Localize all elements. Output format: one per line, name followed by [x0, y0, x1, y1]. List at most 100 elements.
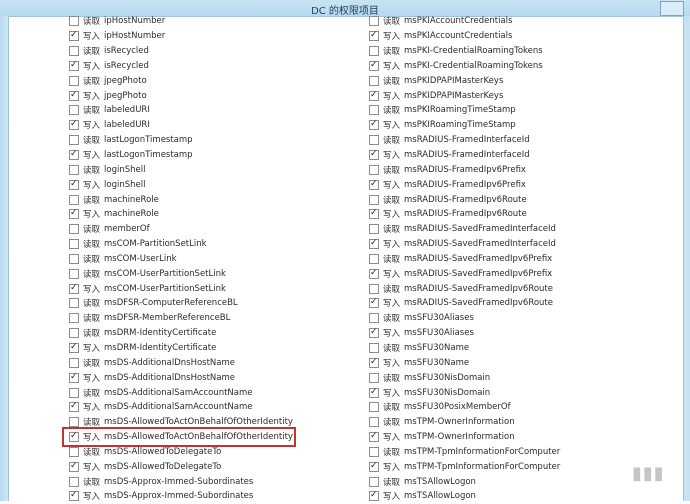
- permission-row[interactable]: 读取 machineRole: [69, 192, 369, 207]
- permission-checkbox[interactable]: [69, 417, 79, 428]
- permission-checkbox[interactable]: [369, 313, 379, 324]
- permission-row[interactable]: 读取 msRADIUS-FramedIpv6Prefix: [369, 162, 669, 177]
- permission-row[interactable]: 读取 msRADIUS-FramedInterfaceId: [369, 133, 669, 148]
- permission-checkbox[interactable]: [69, 387, 79, 398]
- permission-checkbox[interactable]: [69, 239, 79, 250]
- permission-checkbox[interactable]: [369, 460, 379, 472]
- permission-row[interactable]: 读取 msPKIRoamingTimeStamp: [369, 103, 669, 118]
- permission-row[interactable]: 读取 msSFU30NisDomain: [369, 370, 669, 385]
- permission-checkbox[interactable]: [369, 267, 379, 279]
- permission-checkbox[interactable]: [369, 178, 379, 190]
- permission-checkbox[interactable]: [69, 164, 79, 175]
- permission-checkbox[interactable]: [69, 476, 79, 487]
- permission-row[interactable]: 写入loginShell: [69, 177, 369, 192]
- permission-row[interactable]: 写入msSFU30Aliases: [369, 326, 669, 341]
- permission-row[interactable]: 写入machineRole: [69, 207, 369, 222]
- permission-row[interactable]: 写入msRADIUS-FramedIpv6Prefix: [369, 177, 669, 192]
- permission-checkbox[interactable]: [369, 356, 379, 368]
- permission-row[interactable]: 写入msRADIUS-FramedInterfaceId: [369, 148, 669, 163]
- permission-checkbox[interactable]: [69, 460, 79, 472]
- permission-checkbox[interactable]: [369, 476, 379, 487]
- permission-row[interactable]: 读取 msRADIUS-SavedFramedIpv6Prefix: [369, 252, 669, 267]
- permission-row[interactable]: 读取 msTPM-TpmInformationForComputer: [369, 444, 669, 459]
- permission-checkbox[interactable]: [69, 489, 79, 502]
- permission-checkbox[interactable]: [69, 400, 79, 413]
- permission-checkbox[interactable]: [369, 342, 379, 353]
- permission-row[interactable]: 写入msRADIUS-SavedFramedIpv6Route: [369, 296, 669, 311]
- permission-checkbox[interactable]: [69, 29, 79, 42]
- permission-checkbox[interactable]: [69, 341, 79, 353]
- permission-row[interactable]: 写入msCOM-UserPartitionSetLink: [69, 281, 369, 296]
- permission-checkbox[interactable]: [369, 46, 379, 57]
- permission-row[interactable]: 写入lastLogonTimestamp: [69, 148, 369, 163]
- permission-row[interactable]: 读取 msTPM-OwnerInformation: [369, 415, 669, 430]
- permission-checkbox[interactable]: [69, 224, 79, 235]
- permission-row[interactable]: 读取 loginShell: [69, 162, 369, 177]
- permission-row[interactable]: 写入msDS-AdditionalSamAccountName: [69, 400, 369, 415]
- permission-checkbox[interactable]: [69, 313, 79, 324]
- permission-checkbox[interactable]: [69, 178, 79, 190]
- permission-checkbox[interactable]: [69, 75, 79, 86]
- permission-checkbox[interactable]: [69, 357, 79, 368]
- permission-row[interactable]: 读取 msSFU30PosixMemberOf: [369, 400, 669, 415]
- permission-checkbox[interactable]: [369, 296, 379, 309]
- permission-row[interactable]: 读取 msCOM-UserPartitionSetLink: [69, 266, 369, 281]
- permission-checkbox[interactable]: [369, 207, 379, 220]
- permission-checkbox[interactable]: [69, 298, 79, 309]
- permission-row[interactable]: 写入jpegPhoto: [69, 88, 369, 103]
- permission-row[interactable]: 读取 msPKIAccountCredentials: [369, 14, 669, 29]
- permission-checkbox[interactable]: [369, 417, 379, 428]
- permission-row[interactable]: 写入msRADIUS-SavedFramedIpv6Prefix: [369, 266, 669, 281]
- permission-row[interactable]: 读取 isRecycled: [69, 44, 369, 59]
- permission-checkbox[interactable]: [369, 16, 379, 27]
- permission-checkbox[interactable]: [369, 89, 379, 101]
- permission-checkbox[interactable]: [369, 75, 379, 86]
- permission-row[interactable]: 写入msPKIDPAPIMasterKeys: [369, 88, 669, 103]
- permission-checkbox[interactable]: [369, 372, 379, 383]
- permission-row[interactable]: 读取 msDFSR-MemberReferenceBL: [69, 311, 369, 326]
- permission-row[interactable]: 写入isRecycled: [69, 59, 369, 74]
- permission-row[interactable]: 读取 msPKI-CredentialRoamingTokens: [369, 44, 669, 59]
- permission-row[interactable]: 写入msDRM-IdentityCertificate: [69, 341, 369, 356]
- permission-checkbox[interactable]: [69, 46, 79, 57]
- permission-checkbox[interactable]: [369, 253, 379, 264]
- permission-row[interactable]: 写入msSFU30NisDomain: [369, 385, 669, 400]
- permission-checkbox[interactable]: [69, 105, 79, 116]
- permission-row[interactable]: 读取 msCOM-UserLink: [69, 252, 369, 267]
- permission-checkbox[interactable]: [369, 326, 379, 339]
- permission-row[interactable]: 读取 lastLogonTimestamp: [69, 133, 369, 148]
- permission-checkbox[interactable]: [369, 118, 379, 131]
- permission-checkbox[interactable]: [369, 386, 379, 398]
- permission-checkbox[interactable]: [369, 446, 379, 457]
- permission-checkbox[interactable]: [69, 282, 79, 294]
- permission-row[interactable]: 写入msPKIAccountCredentials: [369, 29, 669, 44]
- permission-row[interactable]: 读取 msDS-Approx-Immed-Subordinates: [69, 474, 369, 489]
- permission-row[interactable]: 读取 ipHostNumber: [69, 14, 369, 29]
- permission-checkbox[interactable]: [69, 371, 79, 383]
- permission-checkbox[interactable]: [69, 207, 79, 220]
- permission-checkbox[interactable]: [369, 237, 379, 250]
- permission-row[interactable]: 读取 msDFSR-ComputerReferenceBL: [69, 296, 369, 311]
- permission-checkbox[interactable]: [369, 135, 379, 146]
- permission-checkbox[interactable]: [69, 118, 79, 131]
- permission-checkbox[interactable]: [69, 446, 79, 457]
- permission-row[interactable]: 读取 msRADIUS-SavedFramedIpv6Route: [369, 281, 669, 296]
- permission-checkbox[interactable]: [69, 253, 79, 264]
- permission-checkbox[interactable]: [369, 194, 379, 205]
- permission-row[interactable]: 读取 msSFU30Aliases: [369, 311, 669, 326]
- permission-checkbox[interactable]: [69, 268, 79, 279]
- permission-row[interactable]: 写入msDS-Approx-Immed-Subordinates: [69, 489, 369, 504]
- permission-row[interactable]: 写入msPKI-CredentialRoamingTokens: [369, 59, 669, 74]
- permission-row[interactable]: 写入msSFU30Name: [369, 355, 669, 370]
- permission-checkbox[interactable]: [69, 16, 79, 27]
- permission-row[interactable]: 写入ipHostNumber: [69, 29, 369, 44]
- permission-row[interactable]: 读取 msRADIUS-FramedIpv6Route: [369, 192, 669, 207]
- permission-checkbox[interactable]: [369, 402, 379, 413]
- permission-checkbox[interactable]: [369, 148, 379, 161]
- permission-row[interactable]: 写入msPKIRoamingTimeStamp: [369, 118, 669, 133]
- permission-checkbox[interactable]: [369, 105, 379, 116]
- permission-checkbox[interactable]: [369, 283, 379, 294]
- permission-row[interactable]: 写入labeledURI: [69, 118, 369, 133]
- permission-checkbox[interactable]: [69, 89, 79, 101]
- permission-checkbox[interactable]: [369, 164, 379, 175]
